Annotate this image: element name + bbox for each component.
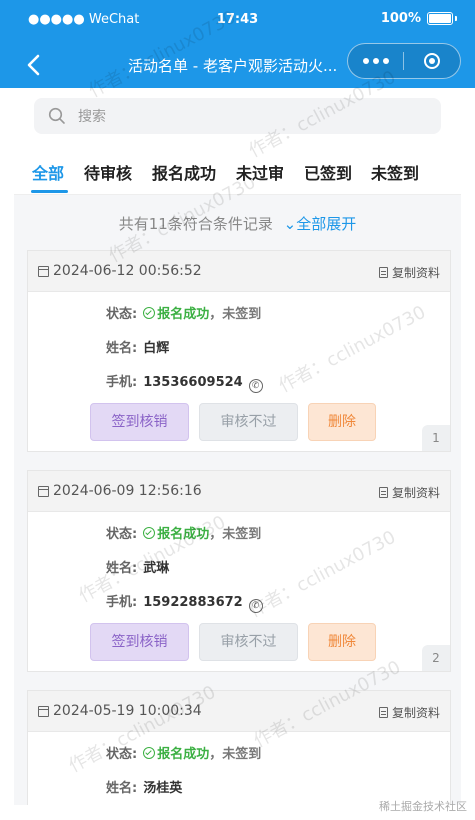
copy-info-button[interactable]: 复制资料	[378, 484, 440, 501]
battery-indicator: 100%	[381, 11, 457, 26]
search-input[interactable]	[76, 98, 430, 136]
copy-info-button[interactable]: 复制资料	[378, 704, 440, 721]
record-index: 1	[422, 425, 450, 451]
record-list: 共有11条符合条件记录 ⌄全部展开 2024-06-12 00:56:52 复制…	[14, 195, 461, 805]
signin-status: 未签到	[222, 527, 262, 542]
check-circle-icon	[143, 527, 156, 539]
tab-registered[interactable]: 报名成功	[152, 160, 216, 184]
more-menu-icon[interactable]	[348, 58, 403, 64]
source-tag: 稀土掘金技术社区	[379, 800, 467, 813]
card-header: 2024-06-12 00:56:52 复制资料	[28, 251, 450, 292]
reject-button[interactable]: 审核不过	[199, 403, 298, 441]
record-date: 2024-05-19 10:00:34	[38, 703, 202, 719]
search-icon	[48, 107, 65, 124]
attendee-name: 白辉	[143, 341, 170, 356]
copy-icon	[378, 707, 388, 718]
active-tab-indicator	[31, 190, 68, 193]
record-card: 2024-06-09 12:56:16 复制资料 状态: 报名成功，未签到 姓名:…	[27, 470, 451, 672]
tab-all[interactable]: 全部	[32, 160, 64, 184]
nav-bar: 活动名单 - 老客户观影活动火...	[0, 42, 475, 88]
name-row: 姓名: 白辉	[106, 341, 170, 356]
delete-button[interactable]: 删除	[308, 403, 376, 441]
tab-pending[interactable]: 待审核	[84, 160, 132, 184]
battery-level: 100%	[380, 11, 421, 26]
copy-icon	[378, 487, 388, 498]
back-icon[interactable]	[22, 52, 48, 78]
expand-all-button[interactable]: ⌄全部展开	[284, 215, 357, 233]
record-card: 2024-05-19 10:00:34 复制资料 状态: 报名成功，未签到 姓名:…	[27, 690, 451, 805]
status-row: 状态: 报名成功，未签到	[106, 307, 262, 322]
close-mini-program-icon[interactable]	[404, 53, 460, 69]
name-row: 姓名: 武琳	[106, 561, 170, 576]
status-bar: ●●●●● WeChat 17:43 100%	[0, 0, 475, 42]
attendee-name: 汤桂英	[143, 781, 183, 796]
tab-rejected[interactable]: 未过审	[236, 160, 284, 184]
signin-status: 未签到	[222, 747, 262, 762]
copy-info-button[interactable]: 复制资料	[378, 264, 440, 281]
signin-status: 未签到	[222, 307, 262, 322]
status-badge: 报名成功	[157, 527, 210, 542]
call-icon[interactable]: ✆	[248, 599, 263, 613]
copy-icon	[378, 267, 388, 278]
record-card: 2024-06-12 00:56:52 复制资料 状态: 报名成功，未签到 姓名:…	[27, 250, 451, 452]
status-badge: 报名成功	[157, 747, 210, 762]
reject-button[interactable]: 审核不过	[199, 623, 298, 661]
status-row: 状态: 报名成功，未签到	[106, 747, 262, 762]
mini-program-capsule	[347, 43, 461, 79]
verify-button[interactable]: 签到核销	[90, 623, 189, 661]
calendar-icon	[38, 705, 49, 717]
card-header: 2024-05-19 10:00:34 复制资料	[28, 691, 450, 732]
record-date: 2024-06-09 12:56:16	[38, 483, 202, 499]
record-summary: 共有11条符合条件记录 ⌄全部展开	[14, 213, 461, 234]
check-circle-icon	[143, 747, 156, 759]
name-row: 姓名: 汤桂英	[106, 781, 183, 796]
record-index: 2	[422, 645, 450, 671]
calendar-icon	[38, 265, 49, 277]
record-date: 2024-06-12 00:56:52	[38, 263, 202, 279]
phone-row: 手机: 15922883672 ✆	[106, 591, 263, 613]
search-area	[14, 88, 461, 146]
check-circle-icon	[143, 307, 156, 319]
status-row: 状态: 报名成功，未签到	[106, 527, 262, 542]
delete-button[interactable]: 删除	[308, 623, 376, 661]
attendee-name: 武琳	[143, 561, 170, 576]
call-icon[interactable]: ✆	[248, 379, 263, 393]
card-header: 2024-06-09 12:56:16 复制资料	[28, 471, 450, 512]
search-box[interactable]	[34, 98, 441, 136]
attendee-phone: 13536609524	[143, 375, 243, 390]
verify-button[interactable]: 签到核销	[90, 403, 189, 441]
filter-tabs: 全部 待审核 报名成功 未过审 已签到 未签到	[14, 146, 461, 195]
page-title: 活动名单 - 老客户观影活动火...	[128, 57, 338, 75]
battery-icon	[427, 12, 453, 25]
record-count: 共有11条符合条件记录	[118, 215, 273, 233]
phone-row: 手机: 13536609524 ✆	[106, 371, 263, 393]
calendar-icon	[38, 485, 49, 497]
tab-checked-in[interactable]: 已签到	[304, 160, 352, 184]
attendee-phone: 15922883672	[143, 595, 243, 610]
status-badge: 报名成功	[157, 307, 210, 322]
tab-not-checked-in[interactable]: 未签到	[371, 160, 419, 184]
